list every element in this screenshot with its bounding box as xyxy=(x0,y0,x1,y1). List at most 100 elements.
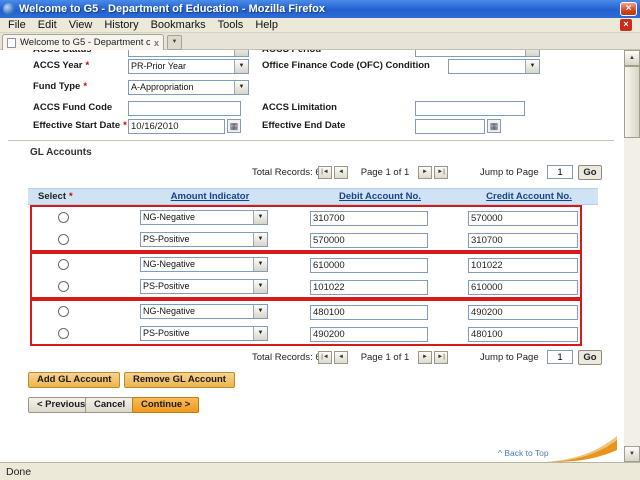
calendar-icon[interactable]: ▦ xyxy=(227,119,241,133)
scroll-up-icon[interactable]: ▲ xyxy=(624,50,640,66)
table-row: PS-Positive ▼ xyxy=(28,230,598,250)
window-title: Welcome to G5 - Department of Education … xyxy=(19,3,616,15)
next-page-button[interactable]: ► xyxy=(418,351,432,364)
pagination-bottom: Total Records: 6 |◄ ◄ Page 1 of 1 ► ►| J… xyxy=(0,350,615,366)
chevron-down-icon: ▼ xyxy=(172,39,178,45)
total-records: Total Records: 6 xyxy=(252,352,321,363)
jump-to-page-input[interactable] xyxy=(547,165,573,179)
amount-indicator-select[interactable]: NG-Negative ▼ xyxy=(140,304,268,319)
status-bar: Done xyxy=(0,462,640,480)
total-records: Total Records: 6 xyxy=(252,167,321,178)
clipped-field-label-left: ACCS Status xyxy=(33,50,92,55)
cancel-button[interactable]: Cancel xyxy=(85,397,134,413)
tab-welcome-g5[interactable]: Welcome to G5 - Department of Edu... x xyxy=(2,34,164,50)
credit-account-input[interactable] xyxy=(468,233,578,248)
amount-indicator-select[interactable]: NG-Negative ▼ xyxy=(140,210,268,225)
debit-account-input[interactable] xyxy=(310,280,428,295)
debit-account-input[interactable] xyxy=(310,327,428,342)
window-close-button[interactable]: × xyxy=(620,2,637,16)
column-amount-indicator[interactable]: Amount Indicator xyxy=(120,191,300,202)
credit-account-input[interactable] xyxy=(468,327,578,342)
last-page-button[interactable]: ►| xyxy=(434,351,448,364)
next-page-button[interactable]: ► xyxy=(418,166,432,179)
accs-fund-code-label: ACCS Fund Code xyxy=(33,102,112,113)
debit-account-input[interactable] xyxy=(310,258,428,273)
menu-edit[interactable]: Edit xyxy=(32,19,63,31)
go-button[interactable]: Go xyxy=(578,350,602,365)
accs-fund-code-input[interactable] xyxy=(128,101,241,116)
select-radio[interactable] xyxy=(58,306,69,317)
fund-type-select[interactable]: A-Appropriation ▼ xyxy=(128,80,249,95)
scroll-down-icon[interactable]: ▼ xyxy=(624,446,640,462)
dropdown-arrow-icon: ▼ xyxy=(253,280,267,293)
select-radio[interactable] xyxy=(58,281,69,292)
amount-indicator-select[interactable]: PS-Positive ▼ xyxy=(140,232,268,247)
column-select: Select* xyxy=(38,191,73,202)
browser-window: Welcome to G5 - Department of Education … xyxy=(0,0,640,480)
calendar-icon[interactable]: ▦ xyxy=(487,119,501,133)
effective-end-date-input[interactable] xyxy=(415,119,485,134)
debit-account-input[interactable] xyxy=(310,233,428,248)
scrollbar-thumb[interactable] xyxy=(624,66,640,138)
page-indicator: Page 1 of 1 xyxy=(354,167,416,178)
credit-account-input[interactable] xyxy=(468,258,578,273)
first-page-button[interactable]: |◄ xyxy=(318,351,332,364)
menu-tools[interactable]: Tools xyxy=(212,19,250,31)
add-gl-account-button[interactable]: Add GL Account xyxy=(28,372,120,388)
amount-indicator-select[interactable]: PS-Positive ▼ xyxy=(140,279,268,294)
section-divider xyxy=(8,140,614,141)
table-row: PS-Positive ▼ xyxy=(28,277,598,297)
table-row: NG-Negative ▼ xyxy=(28,255,598,275)
effective-end-date-label: Effective End Date xyxy=(262,120,345,131)
vertical-scrollbar[interactable]: ▲ ▼ xyxy=(624,50,640,462)
close-icon[interactable]: × xyxy=(620,19,632,31)
select-radio[interactable] xyxy=(58,234,69,245)
tab-close-icon[interactable]: x xyxy=(154,38,159,48)
tab-bar: Welcome to G5 - Department of Edu... x ▼ xyxy=(0,33,640,50)
column-credit-account[interactable]: Credit Account No. xyxy=(460,191,598,202)
menu-help[interactable]: Help xyxy=(249,19,284,31)
continue-button[interactable]: Continue > xyxy=(132,397,199,413)
debit-account-input[interactable] xyxy=(310,305,428,320)
menu-history[interactable]: History xyxy=(98,19,144,31)
table-row: PS-Positive ▼ xyxy=(28,324,598,344)
ofc-condition-select[interactable]: ▼ xyxy=(448,59,540,74)
credit-account-input[interactable] xyxy=(468,211,578,226)
back-to-top-link[interactable]: ^ Back to Top xyxy=(498,448,549,458)
menu-view[interactable]: View xyxy=(63,19,99,31)
effective-start-date-input[interactable] xyxy=(128,119,225,134)
last-page-button[interactable]: ►| xyxy=(434,166,448,179)
tab-list-button[interactable]: ▼ xyxy=(167,35,182,50)
credit-account-input[interactable] xyxy=(468,280,578,295)
tab-title: Welcome to G5 - Department of Edu... xyxy=(20,37,150,48)
dropdown-arrow-icon: ▼ xyxy=(253,233,267,246)
clipped-select-right[interactable]: ▼ xyxy=(415,50,540,57)
accs-limitation-input[interactable] xyxy=(415,101,525,116)
ofc-condition-label: Office Finance Code (OFC) Condition xyxy=(262,60,430,71)
prev-page-button[interactable]: ◄ xyxy=(334,166,348,179)
accs-year-select[interactable]: PR-Prior Year ▼ xyxy=(128,59,249,74)
gl-accounts-title: GL Accounts xyxy=(30,147,92,158)
column-debit-account[interactable]: Debit Account No. xyxy=(300,191,460,202)
prev-page-button[interactable]: ◄ xyxy=(334,351,348,364)
select-radio[interactable] xyxy=(58,259,69,270)
jump-to-page-input[interactable] xyxy=(547,350,573,364)
remove-gl-account-button[interactable]: Remove GL Account xyxy=(124,372,235,388)
go-button[interactable]: Go xyxy=(578,165,602,180)
effective-start-date-label: Effective Start Date* xyxy=(33,120,127,131)
select-radio[interactable] xyxy=(58,328,69,339)
menu-bookmarks[interactable]: Bookmarks xyxy=(145,19,212,31)
select-radio[interactable] xyxy=(58,212,69,223)
title-bar: Welcome to G5 - Department of Education … xyxy=(0,0,640,18)
clipped-select-left[interactable]: ▼ xyxy=(128,50,249,57)
page-content: ACCS Status ACCS Period ▼ ▼ ACCS Year* P… xyxy=(0,50,624,462)
credit-account-input[interactable] xyxy=(468,305,578,320)
dropdown-arrow-icon: ▼ xyxy=(234,60,248,73)
table-header: Select* Amount Indicator Debit Account N… xyxy=(28,188,598,205)
amount-indicator-select[interactable]: NG-Negative ▼ xyxy=(140,257,268,272)
amount-indicator-select[interactable]: PS-Positive ▼ xyxy=(140,326,268,341)
debit-account-input[interactable] xyxy=(310,211,428,226)
first-page-button[interactable]: |◄ xyxy=(318,166,332,179)
dropdown-arrow-icon: ▼ xyxy=(253,211,267,224)
menu-file[interactable]: File xyxy=(2,19,32,31)
